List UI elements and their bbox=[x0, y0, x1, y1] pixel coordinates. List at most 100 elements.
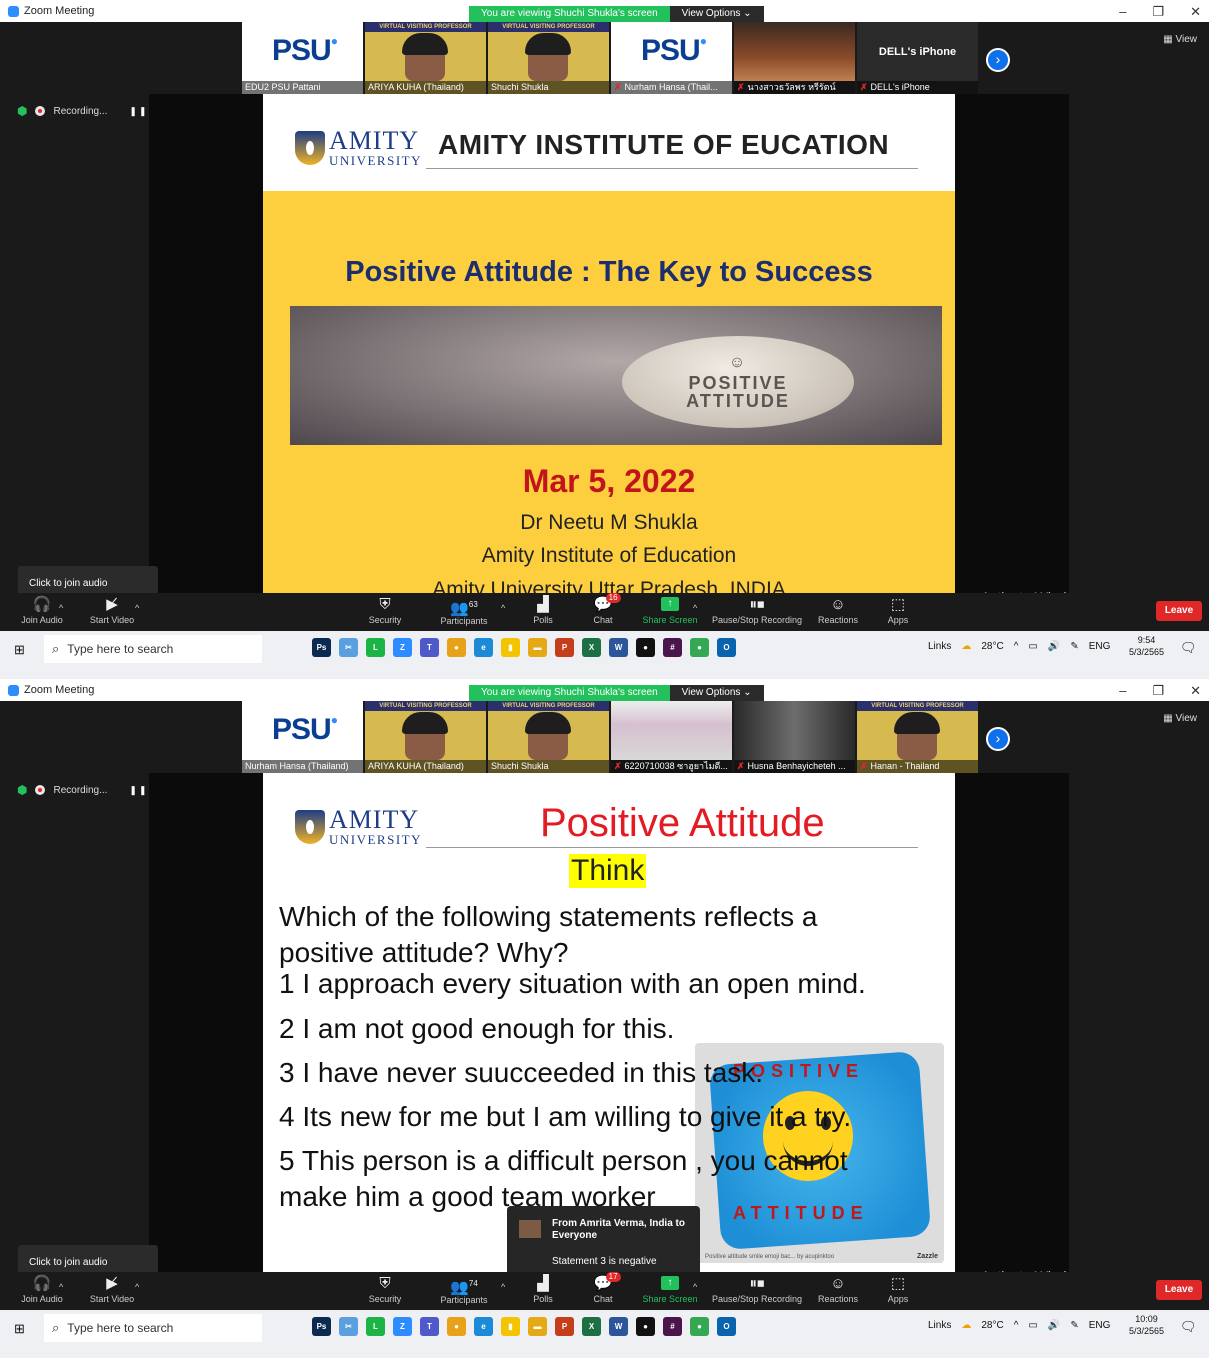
participant-tile[interactable]: PSU● Nurham Hansa (Thailand) bbox=[242, 701, 363, 773]
record-icon[interactable]: ● bbox=[636, 1317, 655, 1336]
word-icon[interactable]: W bbox=[609, 1317, 628, 1336]
temperature[interactable]: 28°C bbox=[981, 641, 1003, 652]
language-indicator[interactable]: ENG bbox=[1089, 641, 1111, 652]
photoshop-icon[interactable]: Ps bbox=[312, 1317, 331, 1336]
chrome-icon[interactable]: ● bbox=[447, 1317, 466, 1336]
participants-button[interactable]: 👥63 ^ Participants bbox=[429, 595, 505, 627]
view-button[interactable]: ▦ View bbox=[1163, 713, 1197, 724]
teams-icon[interactable]: T bbox=[420, 638, 439, 657]
next-page-button[interactable]: › bbox=[986, 727, 1010, 751]
word-icon[interactable]: W bbox=[609, 638, 628, 657]
caret-up-icon[interactable]: ^ bbox=[501, 603, 505, 613]
excel-icon[interactable]: X bbox=[582, 638, 601, 657]
taskbar-search[interactable]: ⌕ Type here to search bbox=[44, 1314, 262, 1342]
participants-button[interactable]: 👥74 ^ Participants bbox=[429, 1274, 505, 1306]
snipping-icon[interactable]: ✂ bbox=[339, 1317, 358, 1336]
pen-icon[interactable]: ✎ bbox=[1070, 641, 1078, 652]
join-audio-button[interactable]: 🎧 ^ Join Audio bbox=[7, 1274, 77, 1305]
powerpoint-icon[interactable]: P bbox=[555, 638, 574, 657]
caret-up-icon[interactable]: ^ bbox=[135, 1282, 139, 1292]
restore-button[interactable]: ❐ bbox=[1152, 4, 1164, 20]
participant-tile[interactable]: VIRTUAL VISITING PROFESSOR Shuchi Shukla bbox=[488, 22, 609, 94]
security-button[interactable]: ⛨ Security bbox=[350, 1274, 420, 1305]
excel-icon[interactable]: X bbox=[582, 1317, 601, 1336]
chat-notification-popup[interactable]: From Amrita Verma, India to Everyone Stat… bbox=[507, 1206, 700, 1286]
chrome2-icon[interactable]: ● bbox=[690, 638, 709, 657]
zoom-app-icon[interactable]: Z bbox=[393, 638, 412, 657]
next-page-button[interactable]: › bbox=[986, 48, 1010, 72]
links-toolbar[interactable]: Links bbox=[928, 641, 951, 652]
participant-tile[interactable]: VIRTUAL VISITING PROFESSOR Shuchi Shukla bbox=[488, 701, 609, 773]
network-icon[interactable]: ▭ bbox=[1028, 641, 1037, 652]
sticky-icon[interactable]: ▮ bbox=[501, 638, 520, 657]
network-icon[interactable]: ▭ bbox=[1028, 1320, 1037, 1331]
notification-icon[interactable]: 🗨 bbox=[1180, 1319, 1197, 1335]
sticky-icon[interactable]: ▮ bbox=[501, 1317, 520, 1336]
minimize-button[interactable]: – bbox=[1119, 4, 1126, 20]
line-icon[interactable]: L bbox=[366, 1317, 385, 1336]
edge-icon[interactable]: e bbox=[474, 1317, 493, 1336]
caret-up-icon[interactable]: ^ bbox=[693, 1282, 697, 1292]
participant-tile[interactable]: ✗ นางสาวธวัลพร หรีรัตน์ bbox=[734, 22, 855, 94]
outlook-icon[interactable]: O bbox=[717, 1317, 736, 1336]
participant-tile[interactable]: VIRTUAL VISITING PROFESSOR ARIYA KUHA (Th… bbox=[365, 701, 486, 773]
snipping-icon[interactable]: ✂ bbox=[339, 638, 358, 657]
chrome2-icon[interactable]: ● bbox=[690, 1317, 709, 1336]
participant-tile[interactable]: VIRTUAL VISITING PROFESSOR ARIYA KUHA (Th… bbox=[365, 22, 486, 94]
windows-start-icon[interactable]: ⊞ bbox=[14, 642, 25, 658]
start-video-button[interactable]: ▶̸ ^ Start Video bbox=[77, 595, 147, 626]
apps-button[interactable]: ⬚ Apps bbox=[863, 595, 933, 626]
view-options-button[interactable]: View Options ⌄ bbox=[669, 685, 764, 701]
caret-up-icon[interactable]: ^ bbox=[135, 603, 139, 613]
volume-icon[interactable]: 🔊 bbox=[1048, 1320, 1060, 1331]
caret-up-icon[interactable]: ^ bbox=[693, 603, 697, 613]
view-button[interactable]: ▦ View bbox=[1163, 34, 1197, 45]
taskbar-search[interactable]: ⌕ Type here to search bbox=[44, 635, 262, 663]
taskbar-clock[interactable]: 9:54 5/3/2565 bbox=[1129, 634, 1164, 658]
apps-button[interactable]: ⬚ Apps bbox=[863, 1274, 933, 1305]
pen-icon[interactable]: ✎ bbox=[1070, 1320, 1078, 1331]
close-button[interactable]: ✕ bbox=[1190, 4, 1201, 20]
participant-tile[interactable]: ✗ Husna Benhayicheteh ... bbox=[734, 701, 855, 773]
outlook-icon[interactable]: O bbox=[717, 638, 736, 657]
line-icon[interactable]: L bbox=[366, 638, 385, 657]
explorer-icon[interactable]: ▬ bbox=[528, 1317, 547, 1336]
join-audio-button[interactable]: 🎧 ^ Join Audio bbox=[7, 595, 77, 626]
volume-icon[interactable]: 🔊 bbox=[1048, 641, 1060, 652]
links-toolbar[interactable]: Links bbox=[928, 1320, 951, 1331]
participant-tile[interactable]: VIRTUAL VISITING PROFESSOR ✗ Hanan - Thail… bbox=[857, 701, 978, 773]
slack-icon[interactable]: # bbox=[663, 638, 682, 657]
taskbar-clock[interactable]: 10:09 5/3/2565 bbox=[1129, 1313, 1164, 1337]
caret-up-icon[interactable]: ^ bbox=[501, 1282, 505, 1292]
tray-chevron-icon[interactable]: ^ bbox=[1014, 1320, 1019, 1331]
start-video-button[interactable]: ▶̸ ^ Start Video bbox=[77, 1274, 147, 1305]
participant-tile[interactable]: PSU● EDU2 PSU Pattani bbox=[242, 22, 363, 94]
pause-stop-recording-button[interactable]: ⏸⏹ Pause/Stop Recording bbox=[707, 1274, 807, 1305]
shield-icon[interactable]: ⬢ bbox=[17, 783, 27, 797]
caret-up-icon[interactable]: ^ bbox=[59, 1282, 63, 1292]
explorer-icon[interactable]: ▬ bbox=[528, 638, 547, 657]
chat-button[interactable]: 💬 17 Chat bbox=[568, 1272, 638, 1305]
edge-icon[interactable]: e bbox=[474, 638, 493, 657]
share-screen-button[interactable]: ↑ ^ Share Screen bbox=[635, 595, 705, 626]
chat-button[interactable]: 💬 16 Chat bbox=[568, 593, 638, 626]
notification-icon[interactable]: 🗨 bbox=[1180, 640, 1197, 656]
tray-chevron-icon[interactable]: ^ bbox=[1014, 641, 1019, 652]
security-button[interactable]: ⛨ Security bbox=[350, 595, 420, 626]
share-screen-button[interactable]: ↑ ^ Share Screen bbox=[635, 1274, 705, 1305]
close-button[interactable]: ✕ bbox=[1190, 683, 1201, 699]
language-indicator[interactable]: ENG bbox=[1089, 1320, 1111, 1331]
minimize-button[interactable]: – bbox=[1119, 683, 1126, 699]
participant-tile[interactable]: PSU● ✗ Nurham Hansa (Thail... bbox=[611, 22, 732, 94]
zoom-app-icon[interactable]: Z bbox=[393, 1317, 412, 1336]
slack-icon[interactable]: # bbox=[663, 1317, 682, 1336]
chrome-icon[interactable]: ● bbox=[447, 638, 466, 657]
windows-start-icon[interactable]: ⊞ bbox=[14, 1321, 25, 1337]
view-options-button[interactable]: View Options ⌄ bbox=[669, 6, 764, 22]
participant-tile[interactable]: DELL's iPhone ✗ DELL's iPhone bbox=[857, 22, 978, 94]
record-icon[interactable]: ● bbox=[636, 638, 655, 657]
pause-stop-recording-button[interactable]: ⏸⏹ Pause/Stop Recording bbox=[707, 595, 807, 626]
caret-up-icon[interactable]: ^ bbox=[59, 603, 63, 613]
temperature[interactable]: 28°C bbox=[981, 1320, 1003, 1331]
teams-icon[interactable]: T bbox=[420, 1317, 439, 1336]
